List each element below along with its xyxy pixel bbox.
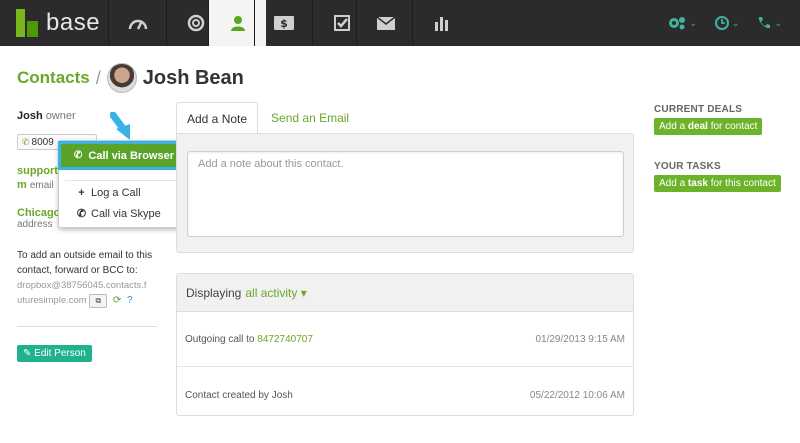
activity-row: Outgoing call to 8472740707 01/29/2013 9… <box>177 313 633 367</box>
plus-icon: + <box>78 187 85 199</box>
call-via-skype-label: Call via Skype <box>91 207 161 220</box>
logo-mark-icon <box>16 9 38 37</box>
page-title: Josh Bean <box>142 66 244 89</box>
skype-icon: ✆ <box>76 208 87 220</box>
breadcrumb-separator: / <box>95 67 101 88</box>
activity-prefix: Displaying <box>186 285 242 300</box>
divider <box>17 326 157 328</box>
envelope-icon <box>376 16 395 30</box>
edit-person-button[interactable]: ✎ Edit Person <box>17 345 92 363</box>
breadcrumb: Contacts / Josh Bean <box>17 62 244 94</box>
forward-instructions: To add an outside email to this contact,… <box>17 250 153 276</box>
refresh-icon[interactable]: ⟳ <box>113 293 121 308</box>
nav-deals[interactable]: $ <box>254 0 312 46</box>
copy-icon[interactable]: ⧉ <box>89 293 108 308</box>
clock-icon <box>714 16 729 30</box>
phone-icon: ✆ <box>22 136 30 147</box>
your-tasks-title: YOUR TASKS <box>654 161 721 172</box>
note-panel: Add a note about this contact. <box>176 133 634 253</box>
nav-reports[interactable] <box>412 0 470 46</box>
phone-number: 8009 <box>31 136 54 148</box>
top-navbar: base $ ⌄ ⌄ ⌄ <box>0 0 800 46</box>
add-task-button[interactable]: Add a task for this contact <box>654 175 781 192</box>
gauge-icon <box>128 19 147 30</box>
logo-text: base <box>46 9 101 36</box>
owner-name[interactable]: Josh <box>17 110 43 122</box>
breadcrumb-contacts-link[interactable]: Contacts <box>17 68 90 88</box>
activity-filter-dropdown[interactable]: all activity ▾ <box>245 286 306 300</box>
nav-time[interactable]: ⌄ <box>714 16 740 30</box>
avatar <box>106 63 137 93</box>
chevron-down-icon: ⌄ <box>689 17 697 28</box>
help-icon[interactable]: ? <box>127 293 133 308</box>
logo[interactable]: base <box>16 8 100 38</box>
chevron-down-icon: ⌄ <box>731 17 740 28</box>
tab-send-email[interactable]: Send an Email <box>261 102 359 134</box>
note-textarea[interactable]: Add a note about this contact. <box>187 151 624 237</box>
owner-role: owner <box>45 110 76 122</box>
log-call-item[interactable]: + Log a Call <box>76 187 141 199</box>
activity-text: Outgoing call to <box>185 334 255 345</box>
activity-timestamp: 01/29/2013 9:15 AM <box>535 334 625 345</box>
activity-panel: Displaying all activity ▾ Outgoing call … <box>176 273 634 416</box>
nav-phone[interactable]: ⌄ <box>757 16 782 30</box>
call-number-link[interactable]: 8472740707 <box>257 334 313 345</box>
nav-settings[interactable]: ⌄ <box>668 15 697 31</box>
phone-icon <box>759 17 771 29</box>
call-via-browser-label: Call via Browser <box>88 149 174 162</box>
checkbox-icon <box>333 15 350 31</box>
gears-icon <box>669 17 686 30</box>
pointer-arrow-icon <box>110 112 130 140</box>
nav-mail[interactable] <box>356 0 414 46</box>
dollar-icon: $ <box>273 16 294 30</box>
email-label: email <box>29 180 54 191</box>
call-via-skype-item[interactable]: ✆ Call via Skype <box>76 207 161 221</box>
composer-tabs: Add a Note Send an Email <box>176 102 359 134</box>
dropbox-address-1: dropbox@38756045.contacts.f <box>17 280 147 291</box>
log-call-label: Log a Call <box>91 187 141 199</box>
owner-line: Josh owner <box>17 110 157 122</box>
phone-icon: ✆ <box>74 150 83 161</box>
activity-row: Contact created by Josh 05/22/2012 10:06… <box>177 368 633 422</box>
right-sidebar: CURRENT DEALS Add a deal for contact YOU… <box>654 104 794 192</box>
activity-header: Displaying all activity ▾ <box>177 274 633 312</box>
current-deals-title: CURRENT DEALS <box>654 104 743 115</box>
person-icon <box>230 16 245 31</box>
add-deal-button[interactable]: Add a deal for contact <box>654 118 763 135</box>
nav-dashboard[interactable] <box>108 0 166 46</box>
nav-right-icons: ⌄ ⌄ ⌄ <box>668 0 800 46</box>
dropbox-address-2: uturesimple.com <box>17 295 87 307</box>
chevron-down-icon: ⌄ <box>774 17 782 28</box>
activity-text: Contact created by Josh <box>185 389 293 401</box>
activity-timestamp: 05/22/2012 10:06 AM <box>529 389 625 401</box>
bar-chart-icon <box>434 17 448 31</box>
svg-text:$: $ <box>280 17 288 30</box>
email-part-2: m <box>17 179 27 191</box>
power-icon <box>187 14 204 32</box>
tab-add-note[interactable]: Add a Note <box>176 102 259 134</box>
